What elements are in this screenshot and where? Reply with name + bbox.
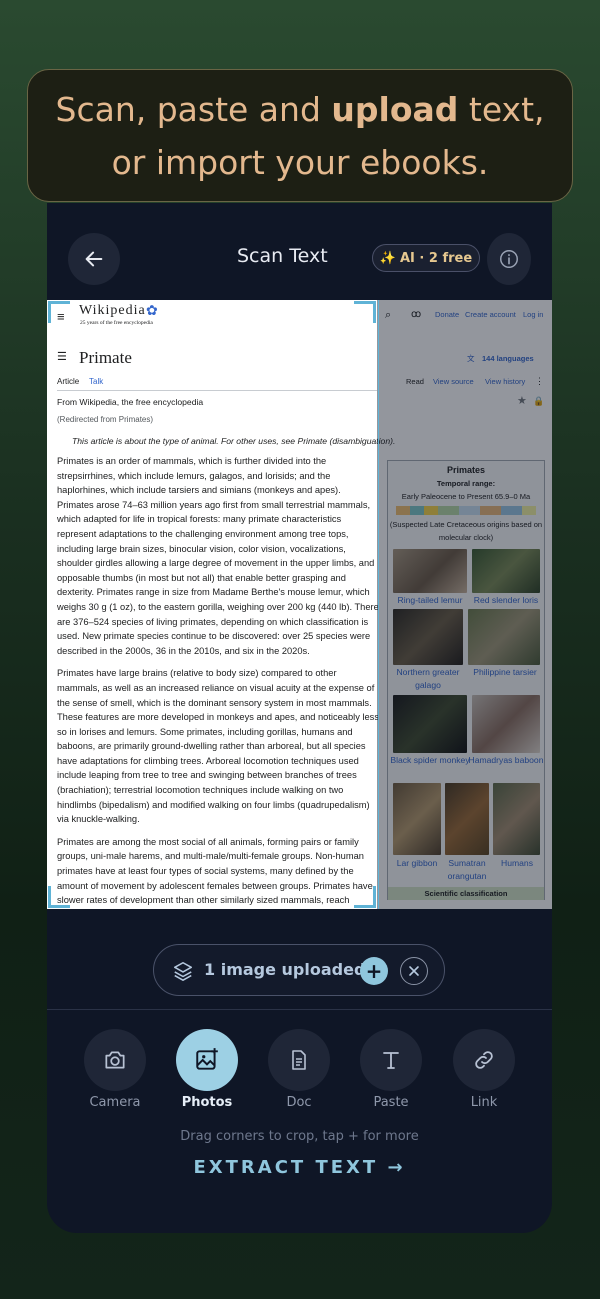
classification-header: Scientific classification: [388, 887, 544, 900]
caption-baboon: Hamadryas baboon: [468, 755, 544, 765]
page-title: Scan Text: [237, 245, 328, 267]
create-account-link: Create account: [465, 310, 516, 319]
gibbon-photo: [393, 783, 441, 855]
extract-text-button[interactable]: EXTRACT TEXT →: [47, 1157, 552, 1178]
layers-icon: [173, 961, 193, 981]
caption-galago: Northern greater galago: [396, 667, 460, 690]
doc-button[interactable]: [268, 1029, 330, 1091]
tab-talk: Talk: [89, 377, 104, 386]
caption-red-slender-loris: Red slender loris: [473, 595, 539, 605]
crop-handle-bottom-left[interactable]: [48, 886, 70, 908]
appearance-icon: ꝏ: [411, 309, 422, 320]
link-label: Link: [470, 1095, 498, 1110]
infobox-range-value: Early Paleocene to Present 65.9–0 Ma: [401, 492, 531, 501]
caption-humans: Humans: [501, 858, 533, 868]
clear-images-button[interactable]: [400, 957, 428, 985]
tab-divider: [57, 390, 377, 391]
more-icon: ⋮: [535, 376, 544, 386]
languages-link: 144 languages: [482, 354, 534, 363]
banner-line-2: or import your ebooks.: [111, 142, 489, 182]
from-line: From Wikipedia, the free encyclopedia: [57, 397, 204, 407]
paragraph-1: Primates is an order of mammals, which i…: [57, 456, 379, 656]
caption-orangutan: Sumatran orangutan: [447, 858, 487, 881]
baboon-photo: [472, 695, 540, 753]
paragraph-3: Primates are among the most social of al…: [57, 836, 373, 906]
camera-label: Camera: [89, 1095, 141, 1110]
tab-article: Article: [57, 377, 80, 386]
caption-ring-tailed-lemur: Ring-tailed lemur: [397, 595, 463, 605]
translate-icon: 文: [467, 354, 475, 363]
text-icon: [383, 1052, 399, 1069]
info-button[interactable]: [487, 233, 531, 285]
orangutan-photo: [445, 783, 489, 855]
banner-line-1: Scan, paste and upload text,: [55, 89, 545, 129]
redirect-line: (Redirected from Primates): [57, 415, 154, 424]
star-icon: ★: [517, 395, 527, 407]
donate-link: Donate: [435, 310, 460, 319]
caption-gibbon: Lar gibbon: [396, 858, 438, 868]
camera-icon: [105, 1051, 125, 1069]
article-body: Primates is an order of mammals, which i…: [57, 454, 379, 909]
search-icon: ⌕: [385, 309, 392, 321]
paragraph-2: Primates have large brains (relative to …: [57, 668, 379, 825]
lock-icon: 🔒: [533, 396, 545, 406]
top-bar: Scan Text ✨ AI · 2 free: [47, 203, 552, 300]
tab-view-history: View history: [485, 377, 526, 386]
upload-status-pill: 1 image uploaded +: [153, 944, 445, 996]
paste-label: Paste: [373, 1095, 409, 1110]
infobox-range-label: Temporal range:: [436, 479, 496, 488]
link-button[interactable]: [453, 1029, 515, 1091]
sparkle-icon: ✨: [379, 250, 396, 266]
section-divider: [47, 1009, 552, 1010]
crop-edge-right: [378, 300, 379, 909]
ring-tailed-lemur-photo: [393, 549, 467, 593]
plus-icon: +: [365, 959, 383, 983]
upload-count-label: 1 image uploaded: [204, 960, 366, 979]
crop-handle-top-left[interactable]: [48, 301, 70, 323]
paste-button[interactable]: [360, 1029, 422, 1091]
toc-icon: ☰: [57, 351, 67, 363]
crop-handle-top-right[interactable]: [354, 301, 376, 323]
photos-icon: [196, 1048, 218, 1070]
back-button[interactable]: [68, 233, 120, 285]
photos-label: Photos: [181, 1095, 233, 1110]
infobox: Primates Temporal range: Early Paleocene…: [387, 460, 545, 900]
wiki-tagline: 25 years of the free encyclopedia: [80, 320, 153, 326]
arrow-left-icon: [85, 251, 103, 267]
timeline-bar: [396, 506, 536, 515]
tab-read: Read: [406, 377, 424, 386]
infobox-suspected: (Suspected Late Cretaceous origins based…: [389, 520, 543, 542]
photos-button[interactable]: [176, 1029, 238, 1091]
spider-monkey-photo: [393, 695, 467, 753]
promo-banner: Scan, paste and upload text, or import y…: [27, 69, 573, 202]
caption-spider-monkey: Black spider monkey: [390, 755, 470, 765]
tarsier-photo: [468, 609, 540, 665]
caption-tarsier: Philippine tarsier: [473, 667, 537, 677]
uploaded-image-preview[interactable]: ≡ Wikipedia ✿ 25 years of the free encyc…: [47, 300, 552, 909]
humans-photo: [493, 783, 540, 855]
close-icon: [409, 966, 419, 976]
galago-photo: [393, 609, 463, 665]
app-screen: Scan Text ✨ AI · 2 free ≡ Wikipedia ✿ 25 …: [47, 203, 552, 1233]
crop-hint: Drag corners to crop, tap + for more: [180, 1129, 419, 1144]
infobox-title: Primates: [446, 465, 486, 475]
tab-view-source: View source: [433, 377, 474, 386]
login-link: Log in: [523, 310, 544, 319]
add-image-button[interactable]: +: [360, 957, 388, 985]
link-icon: [475, 1051, 493, 1069]
doc-label: Doc: [286, 1095, 312, 1110]
hatnote: This article is about the type of animal…: [72, 436, 396, 446]
camera-button[interactable]: [84, 1029, 146, 1091]
crop-handle-bottom-right[interactable]: [354, 886, 376, 908]
doc-icon: [292, 1050, 306, 1070]
info-icon: [500, 250, 518, 268]
ai-badge[interactable]: ✨ AI · 2 free: [372, 244, 480, 272]
red-slender-loris-photo: [472, 549, 540, 593]
article-heading: Primate: [79, 348, 132, 367]
